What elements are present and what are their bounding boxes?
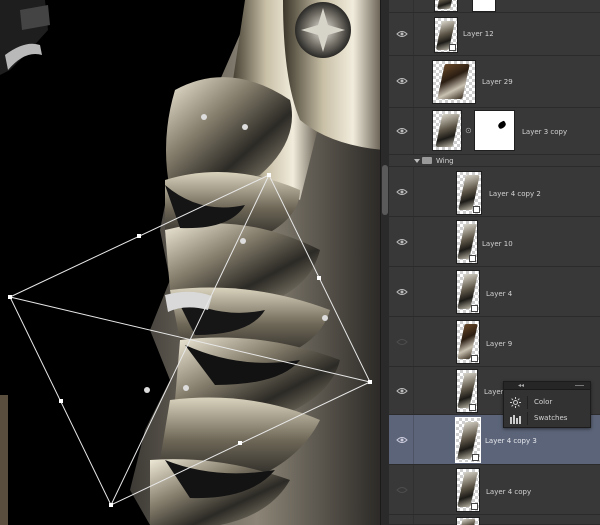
layer-thumbnail (456, 468, 480, 512)
layer-name: Layer 4 (486, 290, 513, 298)
color-palette-icon (510, 397, 521, 408)
layer-thumbnail (432, 60, 476, 104)
scrollbar-thumb[interactable] (382, 165, 388, 215)
layer-thumbnail (456, 320, 480, 364)
layer-thumbnail (434, 0, 458, 12)
panel-menu-icon[interactable] (575, 385, 584, 386)
layer-name: Layer 4 copy 3 (485, 437, 537, 445)
layer-name: Layer 10 (482, 240, 513, 248)
collapse-arrows-icon[interactable]: ◂◂ (518, 382, 524, 389)
visibility-eye-icon[interactable] (396, 30, 408, 38)
visibility-eye-icon[interactable] (396, 77, 408, 85)
layer-mask-thumbnail (472, 0, 496, 12)
layer-thumbnail (456, 517, 480, 525)
panel-item-label: Color (534, 398, 553, 406)
layer-name: Layer 4 copy (486, 488, 532, 496)
layer-row[interactable]: Layer 4 copy 2 (389, 167, 600, 217)
layer-thumbnail (456, 220, 478, 264)
layer-row[interactable] (389, 0, 600, 13)
layer-name: Layer 4 copy 2 (489, 190, 541, 198)
swatches-grid-icon (510, 415, 521, 424)
group-row-wing[interactable] (389, 155, 600, 167)
layer-thumbnail (455, 417, 481, 463)
visibility-eye-icon[interactable] (396, 288, 408, 296)
layer-row[interactable]: Layer 10 (389, 217, 600, 267)
group-name: Wing (436, 157, 454, 165)
visibility-eye-icon[interactable] (396, 127, 408, 135)
layer-row[interactable]: Layer 4 copy (389, 465, 600, 515)
layer-thumbnail (432, 110, 462, 151)
layer-name: Layer 3 copy (522, 128, 568, 136)
visibility-eye-icon[interactable] (396, 338, 408, 346)
layers-panel: Layer 12 Layer 29 ⊙ Layer 3 copy Wing La… (389, 0, 600, 525)
layer-row[interactable]: Layer 4 (389, 267, 600, 317)
folder-icon (422, 157, 432, 164)
mask-link-icon[interactable]: ⊙ (465, 126, 472, 135)
layer-name: Layer 9 (486, 340, 513, 348)
visibility-eye-icon[interactable] (396, 486, 408, 494)
layer-row[interactable]: Layer 9 (389, 317, 600, 367)
layer-name: Layer 29 (482, 78, 513, 86)
layer-row[interactable]: ⊙ Layer 3 copy (389, 108, 600, 155)
visibility-eye-icon[interactable] (396, 238, 408, 246)
panel-header[interactable]: ◂◂ (504, 382, 590, 390)
panel-item-swatches[interactable]: Swatches (504, 410, 590, 427)
layer-name: Layer 12 (463, 30, 494, 38)
layer-thumbnail (456, 171, 482, 215)
layer-row[interactable] (389, 515, 600, 525)
visibility-eye-icon[interactable] (396, 188, 408, 196)
visibility-eye-icon[interactable] (396, 436, 408, 444)
panel-item-color[interactable]: Color (504, 394, 590, 411)
armor-artwork (0, 0, 383, 525)
layer-row[interactable]: Layer 12 (389, 13, 600, 56)
layer-thumbnail (434, 17, 458, 53)
layer-row[interactable]: Layer 29 (389, 56, 600, 108)
layer-thumbnail (456, 270, 480, 314)
layer-thumbnail (456, 369, 478, 413)
visibility-eye-icon[interactable] (396, 387, 408, 395)
panel-item-label: Swatches (534, 414, 568, 422)
group-expand-triangle-icon[interactable] (414, 159, 420, 163)
document-canvas[interactable] (0, 0, 383, 525)
color-swatches-float-panel[interactable]: ◂◂ Color Swatches (503, 381, 591, 428)
layer-mask-thumbnail (474, 110, 515, 151)
